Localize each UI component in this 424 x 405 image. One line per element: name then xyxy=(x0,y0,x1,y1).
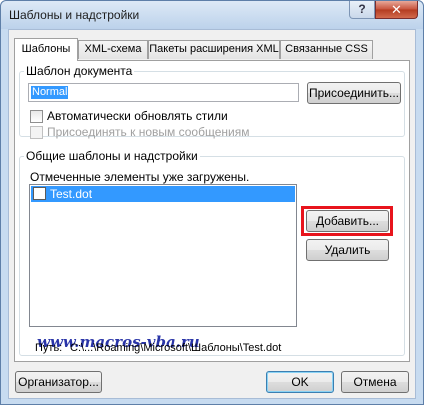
cancel-button-label: Отмена xyxy=(353,375,397,389)
close-button[interactable]: ✕ xyxy=(375,1,418,19)
ok-button-label: OK xyxy=(291,375,309,389)
path-value: C:\...\Roaming\Microsoft\Шаблоны\Test.do… xyxy=(70,342,282,354)
dialog-client: Шаблоны XML-схема Пакеты расширения XML … xyxy=(8,29,416,399)
auto-update-styles-checkbox[interactable] xyxy=(30,110,43,123)
global-templates-group-label: Общие шаблоны и надстройки xyxy=(24,149,200,163)
attach-new-mail-label: Присоединять к новым сообщениям xyxy=(47,125,250,139)
title-bar[interactable]: Шаблоны и надстройки ? ✕ xyxy=(1,1,423,29)
loaded-items-note: Отмеченные элементы уже загружены. xyxy=(30,170,250,184)
ok-button[interactable]: OK xyxy=(266,371,334,393)
remove-button-label: Удалить xyxy=(324,243,371,257)
tab-xml-expansion-packs[interactable]: Пакеты расширения XML xyxy=(148,40,280,59)
help-button[interactable]: ? xyxy=(349,1,375,19)
window-title: Шаблоны и надстройки xyxy=(9,8,140,22)
auto-update-styles-label: Автоматически обновлять стили xyxy=(47,109,228,123)
remove-button[interactable]: Удалить xyxy=(306,239,389,261)
add-button-label: Добавить... xyxy=(315,214,380,228)
list-item[interactable]: Test.dot xyxy=(31,186,295,202)
attach-button-label: Присоединить... xyxy=(308,86,399,100)
templates-panel: Шаблон документа Normal Присоединить... … xyxy=(14,60,410,362)
attach-button[interactable]: Присоединить... xyxy=(307,82,401,104)
global-templates-list[interactable]: Test.dot xyxy=(29,184,297,327)
tab-linked-css[interactable]: Связанные CSS xyxy=(280,40,373,59)
tab-xml-schema[interactable]: XML-схема xyxy=(78,40,148,59)
organizer-button-label: Организатор... xyxy=(18,375,99,389)
document-template-value: Normal xyxy=(31,86,69,99)
dialog-window: Шаблоны и надстройки ? ✕ Шаблоны XML-схе… xyxy=(0,0,424,405)
document-template-group-label: Шаблон документа xyxy=(24,64,135,78)
add-button[interactable]: Добавить... xyxy=(306,210,389,232)
attach-new-mail-checkbox xyxy=(30,126,43,139)
organizer-button[interactable]: Организатор... xyxy=(15,371,102,393)
list-item-checkbox[interactable] xyxy=(33,187,46,200)
help-icon: ? xyxy=(358,2,366,16)
document-template-input[interactable]: Normal xyxy=(28,83,299,102)
tab-templates[interactable]: Шаблоны xyxy=(14,38,78,61)
list-item-label: Test.dot xyxy=(50,187,93,201)
path-label: Путь: xyxy=(35,342,63,354)
cancel-button[interactable]: Отмена xyxy=(341,371,409,393)
close-icon: ✕ xyxy=(391,2,402,17)
